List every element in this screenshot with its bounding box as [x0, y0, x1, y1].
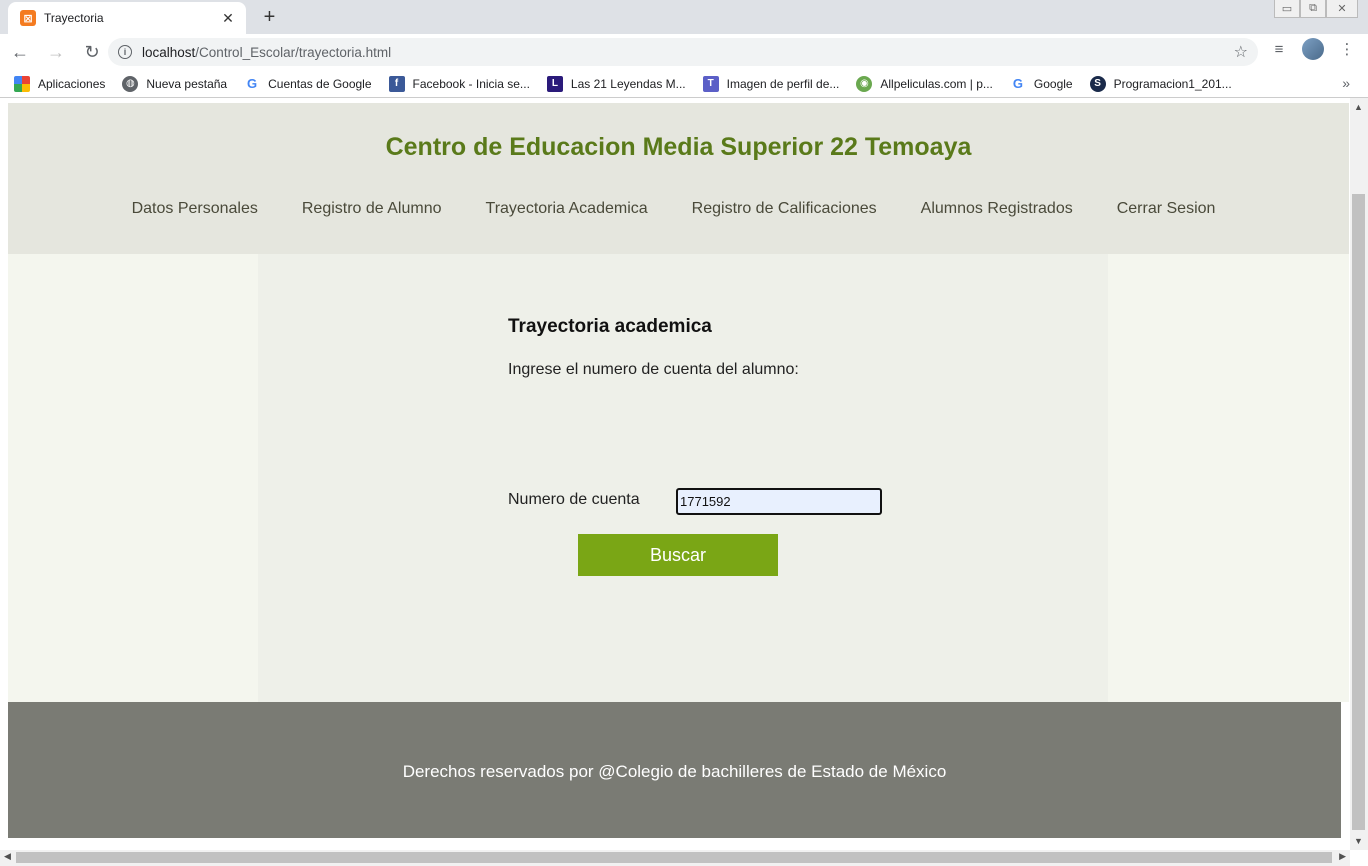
profile-avatar[interactable] — [1302, 38, 1324, 60]
page-viewport: Centro de Educacion Media Superior 22 Te… — [0, 98, 1350, 850]
restore-button[interactable]: ⧉ — [1300, 0, 1326, 18]
bookmark-label: Nueva pestaña — [146, 76, 228, 91]
site-header: Centro de Educacion Media Superior 22 Te… — [8, 103, 1349, 254]
facebook-icon: f — [388, 75, 405, 92]
vertical-scrollbar[interactable]: ▲ ▼ — [1350, 98, 1368, 850]
instructions-text: Ingrese el numero de cuenta del alumno: — [508, 361, 799, 378]
nav-cerrar-sesion[interactable]: Cerrar Sesion — [1117, 200, 1216, 218]
forward-button[interactable]: → — [40, 36, 72, 68]
page-title: Trayectoria academica — [508, 316, 712, 337]
site-title: Centro de Educacion Media Superior 22 Te… — [385, 133, 972, 161]
bookmark-star-icon[interactable]: ☆ — [1234, 42, 1248, 62]
address-bar[interactable]: i localhost/Control_Escolar/trayectoria.… — [108, 38, 1258, 66]
l-icon: L — [546, 75, 563, 92]
teams-icon: T — [702, 75, 719, 92]
url-path: /Control_Escolar/trayectoria.html — [195, 44, 392, 60]
tab-title: Trayectoria — [44, 11, 104, 25]
bookmark-item[interactable]: G Cuentas de Google — [244, 76, 371, 92]
globe-icon: ◍ — [122, 75, 139, 92]
more-bookmarks-icon[interactable]: » — [1342, 75, 1350, 91]
site-footer: Derechos reservados por @Colegio de bach… — [8, 702, 1341, 838]
bookmark-item[interactable]: ◉ Allpeliculas.com | p... — [856, 75, 993, 92]
media-playlist-icon[interactable]: ≡ — [1268, 41, 1290, 58]
nav-registro-alumno[interactable]: Registro de Alumno — [302, 200, 442, 218]
bookmark-item[interactable]: G Google — [1010, 76, 1073, 92]
browser-toolbar: ← → ↻ i localhost/Control_Escolar/trayec… — [0, 34, 1368, 70]
scroll-left-arrow-icon[interactable]: ◀ — [4, 851, 11, 862]
footer-text: Derechos reservados por @Colegio de bach… — [402, 762, 947, 781]
scroll-down-arrow-icon[interactable]: ▼ — [1354, 836, 1363, 846]
url-host: localhost — [142, 44, 196, 60]
bookmark-label: Las 21 Leyendas M... — [570, 76, 686, 91]
google-icon: G — [1012, 76, 1023, 91]
bookmark-label: Facebook - Inicia se... — [412, 76, 530, 91]
minimize-button[interactable]: ▭ — [1274, 0, 1300, 18]
bookmark-item[interactable]: T Imagen de perfil de... — [702, 75, 840, 92]
bookmark-item[interactable]: L Las 21 Leyendas M... — [546, 75, 686, 92]
bookmark-label: Programacion1_201... — [1113, 76, 1232, 91]
new-tab-button[interactable]: + — [256, 5, 283, 29]
info-icon[interactable]: i — [118, 45, 132, 59]
browser-tab-bar: ⊠ Trayectoria ✕ + ▭ ⧉ ✕ — [0, 0, 1368, 34]
window-controls: ▭ ⧉ ✕ — [1274, 0, 1358, 18]
scroll-up-arrow-icon[interactable]: ▲ — [1354, 102, 1363, 112]
nav-trayectoria-academica[interactable]: Trayectoria Academica — [486, 200, 648, 218]
browser-tab[interactable]: ⊠ Trayectoria ✕ — [8, 2, 246, 34]
nav-alumnos-registrados[interactable]: Alumnos Registrados — [921, 200, 1073, 218]
allpeliculas-icon: ◉ — [856, 75, 873, 92]
close-window-button[interactable]: ✕ — [1326, 0, 1358, 18]
bookmark-item[interactable]: ◍ Nueva pestaña — [122, 75, 228, 92]
reload-button[interactable]: ↻ — [76, 36, 108, 68]
toolbar-right: ≡ ⋮ — [1268, 38, 1358, 60]
menu-kebab-icon[interactable]: ⋮ — [1336, 40, 1358, 58]
xampp-favicon-icon: ⊠ — [20, 10, 36, 26]
horizontal-scroll-thumb[interactable] — [16, 852, 1332, 863]
account-number-label: Numero de cuenta — [508, 491, 640, 508]
bookmark-label: Allpeliculas.com | p... — [880, 76, 993, 91]
apps-grid-icon — [14, 75, 30, 92]
account-number-input[interactable] — [676, 488, 882, 515]
search-button[interactable]: Buscar — [578, 534, 778, 576]
bookmark-label: Aplicaciones — [38, 76, 106, 91]
bookmark-item[interactable]: f Facebook - Inicia se... — [388, 75, 530, 92]
bookmark-label: Cuentas de Google — [268, 76, 372, 91]
bookmark-label: Imagen de perfil de... — [726, 76, 840, 91]
bookmarks-bar: Aplicaciones ◍ Nueva pestaña G Cuentas d… — [0, 70, 1368, 98]
url-text: localhost/Control_Escolar/trayectoria.ht… — [142, 45, 391, 60]
back-button[interactable]: ← — [4, 36, 36, 68]
bookmark-item[interactable]: S Programacion1_201... — [1089, 75, 1232, 92]
google-icon: G — [247, 76, 258, 91]
bookmark-item[interactable]: Aplicaciones — [14, 75, 106, 92]
s-icon: S — [1089, 75, 1106, 92]
nav-datos-personales[interactable]: Datos Personales — [132, 200, 258, 218]
bookmark-label: Google — [1033, 76, 1073, 91]
nav-registro-calificaciones[interactable]: Registro de Calificaciones — [692, 200, 877, 218]
scroll-right-arrow-icon[interactable]: ▶ — [1339, 851, 1346, 862]
horizontal-scrollbar[interactable]: ◀ ▶ — [0, 850, 1350, 866]
main-nav: Datos Personales Registro de Alumno Tray… — [8, 200, 1349, 218]
vertical-scroll-thumb[interactable] — [1352, 194, 1365, 830]
close-tab-icon[interactable]: ✕ — [220, 10, 236, 27]
